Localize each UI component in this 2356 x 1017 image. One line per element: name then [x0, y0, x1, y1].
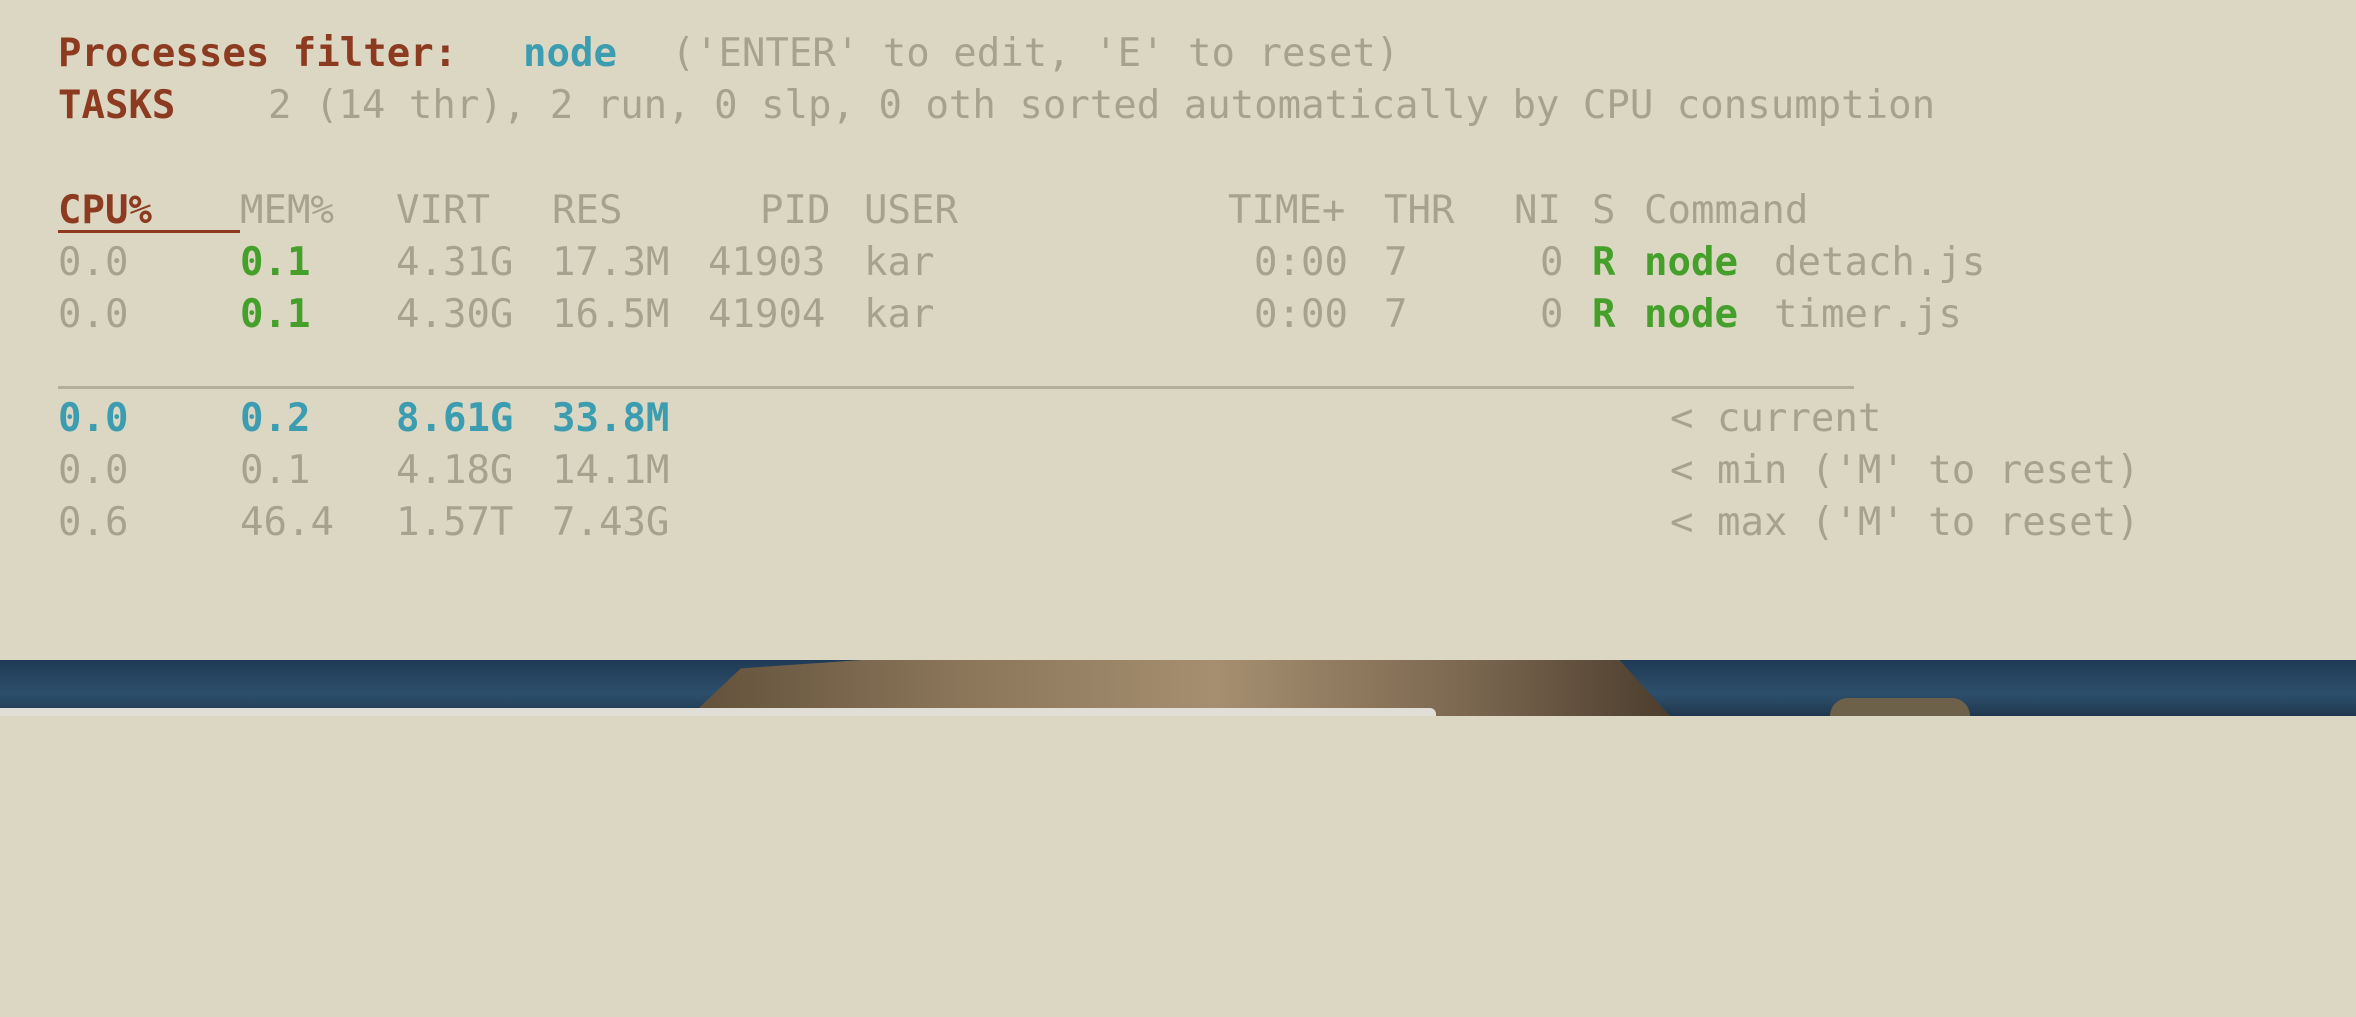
filter-hint: ('ENTER' to edit, 'E' to reset)	[648, 31, 1400, 76]
column-mem[interactable]: MEM%	[240, 185, 334, 237]
min-label: < min ('M' to reset)	[1670, 448, 2140, 493]
min-mem: 0.1	[240, 448, 311, 493]
column-res[interactable]: RES	[552, 185, 622, 237]
tasks-summary: 2 (14 thr), 2 run, 0 slp, 0 oth sorted a…	[268, 83, 1936, 128]
virt-cell: 4.30G	[396, 292, 514, 337]
max-virt: 1.57T	[396, 500, 514, 545]
summary-min-row: 0.0 0.1 4.18G 14.1M < min ('M' to reset)	[58, 445, 2140, 497]
command-name: node	[1644, 240, 1738, 285]
time-cell: 0:00	[1254, 240, 1348, 285]
tasks-label: TASKS	[58, 83, 176, 128]
current-res: 33.8M	[552, 396, 670, 441]
user-cell: kar	[864, 240, 935, 285]
thr-cell: 7	[1384, 292, 1408, 337]
max-label: < max ('M' to reset)	[1670, 500, 2140, 545]
current-virt: 8.61G	[396, 396, 514, 441]
current-mem: 0.2	[240, 396, 311, 441]
filter-value[interactable]: node	[523, 28, 617, 80]
res-cell: 17.3M	[552, 240, 670, 285]
pid-cell: 41903	[708, 240, 826, 285]
max-mem: 46.4	[240, 500, 334, 545]
min-cpu: 0.0	[58, 448, 129, 493]
current-cpu: 0.0	[58, 396, 129, 441]
table-row[interactable]: 0.0 0.1 4.31G 17.3M 41903 kar 0:00 7 0 R…	[58, 237, 1985, 289]
filter-line: Processes filter: node ('ENTER' to edit,…	[58, 28, 1399, 80]
time-cell: 0:00	[1254, 292, 1348, 337]
state-cell: R	[1592, 240, 1616, 285]
column-thr[interactable]: THR	[1384, 185, 1454, 237]
wallpaper-rock-small-image	[1830, 698, 1970, 716]
column-virt[interactable]: VIRT	[396, 185, 490, 237]
sort-indicator	[58, 230, 240, 233]
terminal-window: Processes filter: node ('ENTER' to edit,…	[0, 0, 2356, 660]
summary-max-row: 0.6 46.4 1.57T 7.43G < max ('M' to reset…	[58, 497, 2140, 549]
current-label: < current	[1670, 396, 1882, 441]
res-cell: 16.5M	[552, 292, 670, 337]
column-time[interactable]: TIME+	[1228, 185, 1345, 237]
ni-cell: 0	[1540, 240, 1564, 285]
column-pid[interactable]: PID	[760, 185, 830, 237]
max-res: 7.43G	[552, 500, 670, 545]
command-name: node	[1644, 292, 1738, 337]
tasks-line: TASKS 2 (14 thr), 2 run, 0 slp, 0 oth so…	[58, 80, 1935, 132]
thr-cell: 7	[1384, 240, 1408, 285]
mem-cell: 0.1	[240, 292, 311, 337]
filter-label: Processes filter:	[58, 31, 458, 76]
state-cell: R	[1592, 292, 1616, 337]
pid-cell: 41904	[708, 292, 826, 337]
cpu-cell: 0.0	[58, 292, 129, 337]
column-ni[interactable]: NI	[1514, 185, 1561, 237]
virt-cell: 4.31G	[396, 240, 514, 285]
column-command[interactable]: Command	[1644, 185, 1808, 237]
min-virt: 4.18G	[396, 448, 514, 493]
command-args: detach.js	[1774, 240, 1986, 285]
table-row[interactable]: 0.0 0.1 4.30G 16.5M 41904 kar 0:00 7 0 R…	[58, 289, 1962, 341]
column-user[interactable]: USER	[864, 185, 958, 237]
summary-current-row: 0.0 0.2 8.61G 33.8M < current	[58, 393, 1881, 445]
min-res: 14.1M	[552, 448, 670, 493]
cpu-cell: 0.0	[58, 240, 129, 285]
summary-separator	[58, 386, 1854, 389]
dock-edge	[0, 708, 1436, 716]
desktop-wallpaper	[0, 660, 2356, 716]
ni-cell: 0	[1540, 292, 1564, 337]
command-args: timer.js	[1774, 292, 1962, 337]
column-s[interactable]: S	[1592, 185, 1615, 237]
user-cell: kar	[864, 292, 935, 337]
max-cpu: 0.6	[58, 500, 129, 545]
mem-cell: 0.1	[240, 240, 311, 285]
